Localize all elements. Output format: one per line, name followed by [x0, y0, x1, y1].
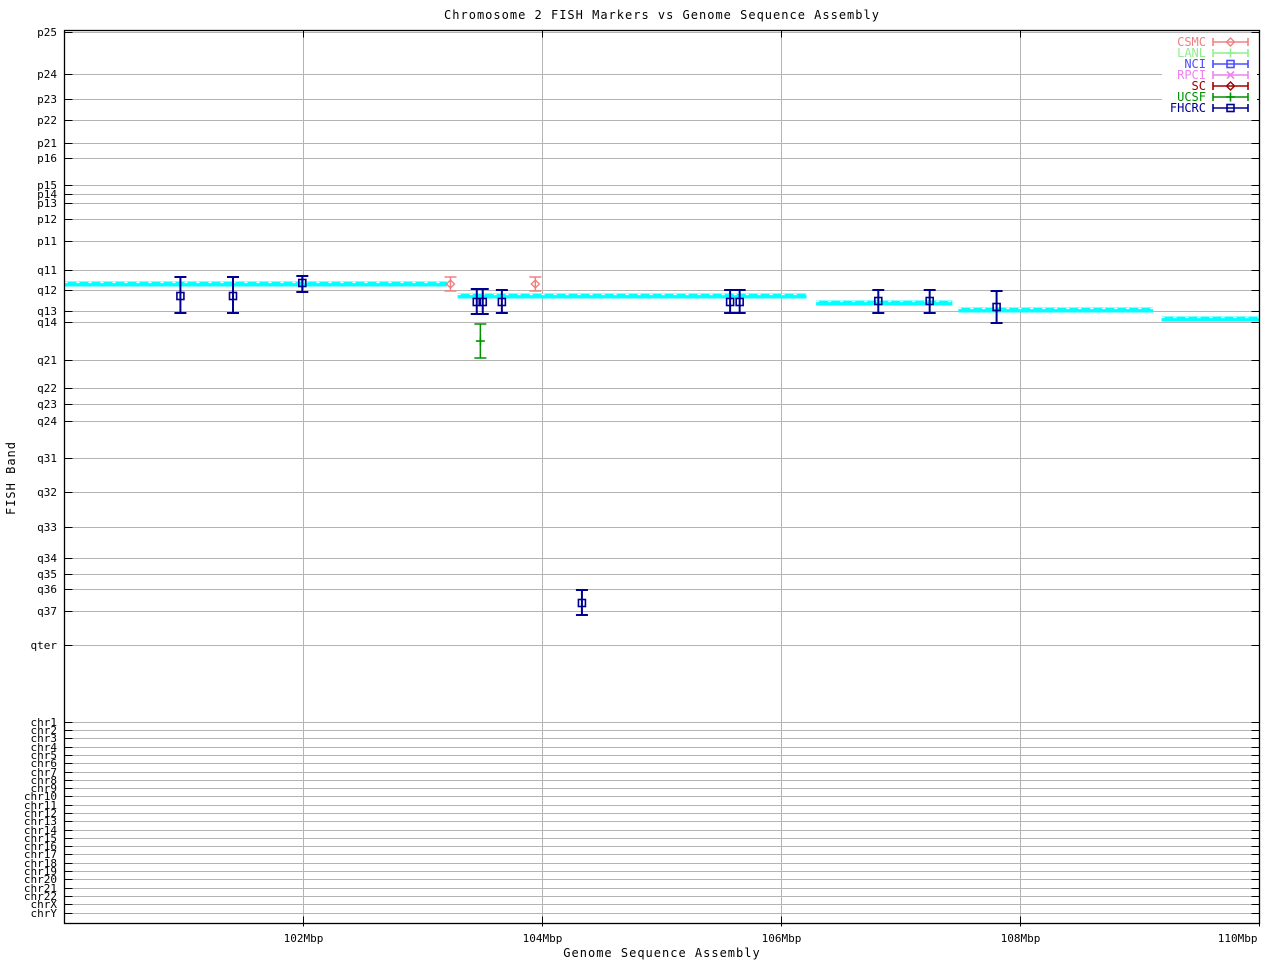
y-tick-label: q32 — [37, 486, 57, 499]
plot-border — [63, 29, 1261, 925]
y-tick-label: p23 — [37, 93, 57, 106]
chart-canvas: p25p24p23p22p21p16p15p14p13p12p11q11q12q… — [24, 26, 1261, 945]
chart-root: Chromosome 2 FISH Markers vs Genome Sequ… — [0, 0, 1280, 960]
y-tick-label: p22 — [37, 114, 57, 127]
x-tick-label: 102Mbp — [284, 932, 324, 945]
y-tick-label: q34 — [37, 552, 57, 565]
y-tick-label: q35 — [37, 568, 57, 581]
x-tick-label: 110Mbp — [1218, 932, 1258, 945]
y-tick-label: chrY — [31, 907, 58, 920]
x-tick-label: 104Mbp — [523, 932, 563, 945]
y-tick-label: q21 — [37, 354, 57, 367]
y-tick-label: q22 — [37, 382, 57, 395]
x-tick-label: 108Mbp — [1001, 932, 1041, 945]
y-tick-label: q33 — [37, 521, 57, 534]
y-tick-label: p24 — [37, 68, 57, 81]
y-tick-label: q14 — [37, 316, 57, 329]
y-tick-label: p16 — [37, 152, 57, 165]
assembly-segment — [457, 293, 807, 299]
y-tick-label: q11 — [37, 264, 57, 277]
x-tick-label: 106Mbp — [762, 932, 802, 945]
y-tick-label: q36 — [37, 583, 57, 596]
y-tick-label: p25 — [37, 26, 57, 39]
y-tick-label: q24 — [37, 415, 57, 428]
y-tick-label: q23 — [37, 398, 57, 411]
y-tick-label: p12 — [37, 213, 57, 226]
y-tick-label: p21 — [37, 137, 57, 150]
y-tick-label: q12 — [37, 284, 57, 297]
y-tick-label: p13 — [37, 197, 57, 210]
y-tick-label: q31 — [37, 452, 57, 465]
y-tick-label: p11 — [37, 235, 57, 248]
y-tick-label: q37 — [37, 605, 57, 618]
legend-label-fhcrc: FHCRC — [1170, 101, 1206, 115]
y-tick-label: qter — [31, 639, 58, 652]
